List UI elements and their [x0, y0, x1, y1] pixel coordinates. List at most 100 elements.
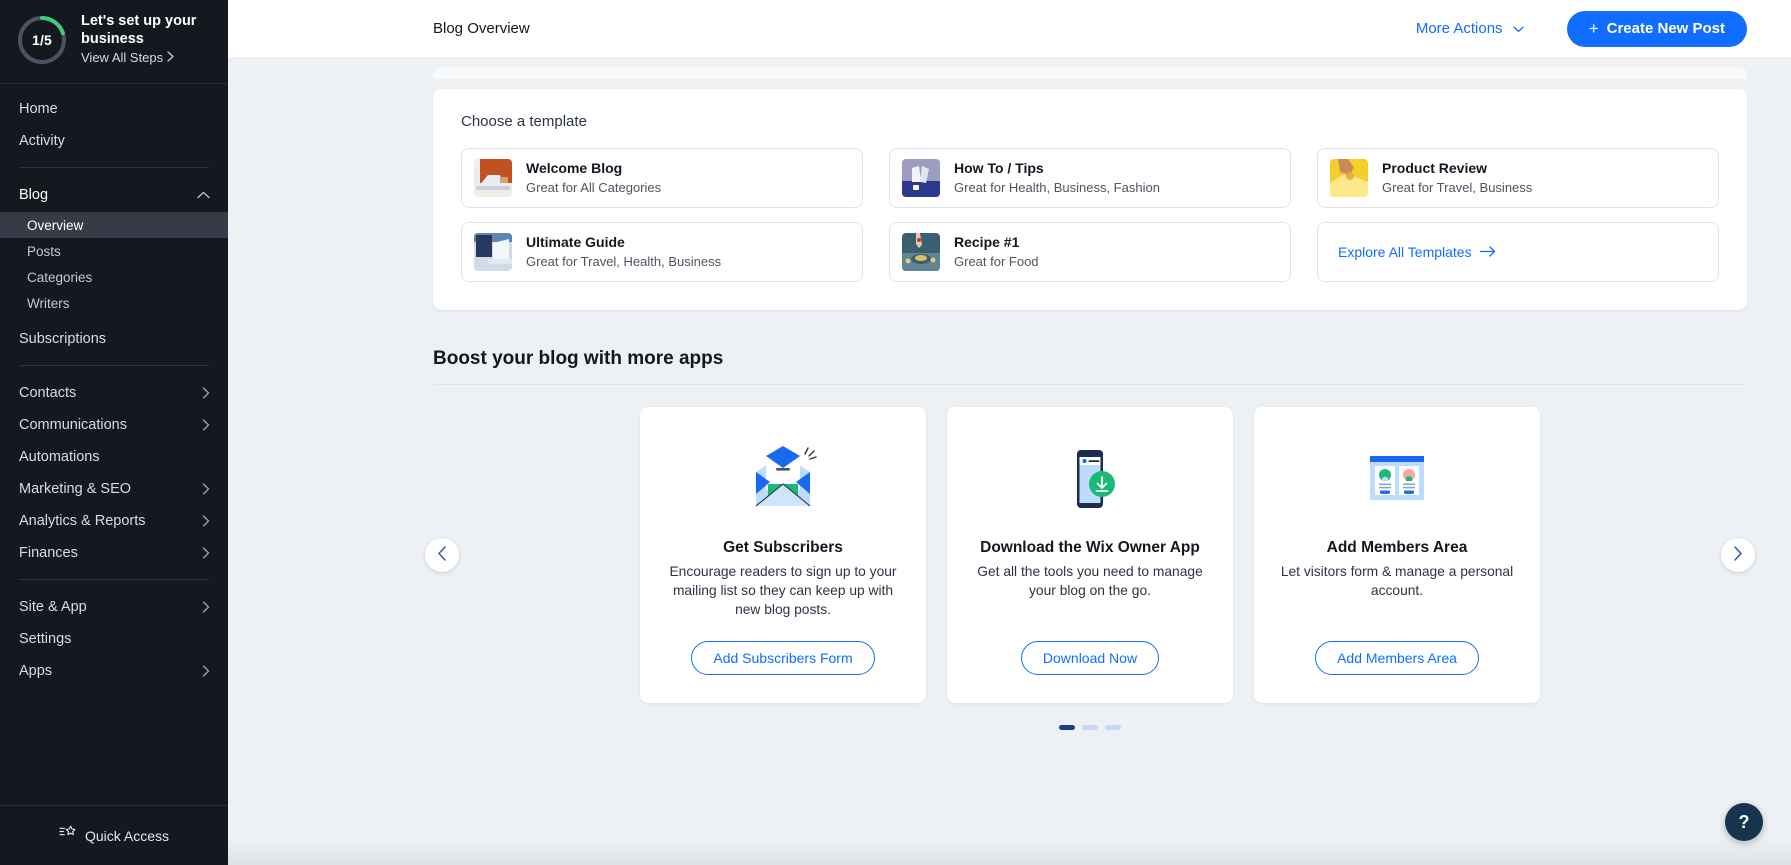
previous-card-edge — [433, 67, 1747, 79]
quick-access-star-icon — [59, 825, 77, 846]
boost-divider — [433, 384, 1747, 385]
carousel-dot-2[interactable] — [1082, 725, 1098, 730]
app-root: 1/5 Let's set up your business View All … — [0, 0, 1791, 865]
template-recipe-1[interactable]: Recipe #1 Great for Food — [889, 222, 1291, 282]
template-grid: Welcome Blog Great for All Categories — [461, 148, 1719, 282]
template-subtitle: Great for All Categories — [526, 179, 661, 196]
boost-heading: Boost your blog with more apps — [433, 348, 1747, 370]
add-subscribers-form-button[interactable]: Add Subscribers Form — [691, 641, 874, 675]
template-text: Ultimate Guide Great for Travel, Health,… — [526, 234, 721, 270]
app-card-description: Get all the tools you need to manage you… — [969, 562, 1211, 600]
sidebar-divider-3 — [19, 579, 209, 580]
chevron-right-icon — [202, 515, 210, 527]
template-how-to-tips[interactable]: How To / Tips Great for Health, Business… — [889, 148, 1291, 208]
members-cards-icon — [1358, 433, 1436, 525]
explore-all-templates-link[interactable]: Explore All Templates — [1338, 244, 1496, 260]
carousel-dot-1[interactable] — [1059, 725, 1075, 730]
sidebar-item-label: Site & App — [19, 592, 87, 622]
template-subtitle: Great for Food — [954, 253, 1039, 270]
sidebar-item-posts[interactable]: Posts — [0, 238, 228, 264]
scroll-area[interactable]: Choose a template — [228, 57, 1791, 865]
chevron-right-icon — [202, 601, 210, 613]
topbar: Blog Overview More Actions + Create New … — [228, 0, 1791, 57]
sidebar-item-contacts[interactable]: Contacts — [0, 378, 228, 408]
carousel-dots — [433, 725, 1747, 730]
sidebar-item-marketing-seo[interactable]: Marketing & SEO — [0, 474, 228, 504]
sidebar-item-label: Activity — [19, 126, 65, 156]
page-title: Blog Overview — [433, 20, 530, 37]
sidebar-item-label: Home — [19, 94, 58, 124]
setup-business-banner[interactable]: 1/5 Let's set up your business View All … — [0, 0, 228, 84]
template-subtitle: Great for Travel, Business — [1382, 179, 1532, 196]
template-text: Recipe #1 Great for Food — [954, 234, 1039, 270]
view-all-steps-link[interactable]: View All Steps — [81, 49, 211, 67]
template-welcome-blog[interactable]: Welcome Blog Great for All Categories — [461, 148, 863, 208]
sidebar-subitem-label: Posts — [27, 244, 61, 259]
chevron-right-icon — [202, 547, 210, 559]
download-now-button[interactable]: Download Now — [1021, 641, 1159, 675]
sidebar-item-settings[interactable]: Settings — [0, 624, 228, 654]
sidebar-item-analytics-reports[interactable]: Analytics & Reports — [0, 506, 228, 536]
sidebar-item-label: Communications — [19, 410, 127, 440]
help-question-icon[interactable]: ? — [1725, 803, 1763, 841]
sidebar-item-overview[interactable]: Overview — [0, 212, 228, 238]
template-subtitle: Great for Health, Business, Fashion — [954, 179, 1160, 196]
app-card-title: Download the Wix Owner App — [980, 539, 1200, 557]
sidebar-item-apps[interactable]: Apps — [0, 656, 228, 686]
template-text: Welcome Blog Great for All Categories — [526, 160, 661, 196]
quick-access-button[interactable]: Quick Access — [0, 805, 228, 865]
template-name: Recipe #1 — [954, 234, 1039, 251]
sidebar-item-label: Subscriptions — [19, 324, 106, 354]
view-all-steps-label: View All Steps — [81, 49, 163, 67]
sidebar-divider-2 — [19, 365, 209, 366]
carousel-next-button[interactable] — [1721, 538, 1755, 572]
sidebar-subitem-label: Overview — [27, 218, 83, 233]
explore-all-templates[interactable]: Explore All Templates — [1317, 222, 1719, 282]
app-card-download-owner-app[interactable]: Download the Wix Owner App Get all the t… — [947, 407, 1233, 703]
template-name: How To / Tips — [954, 160, 1160, 177]
setup-progress-label: 1/5 — [16, 14, 68, 66]
template-name: Welcome Blog — [526, 160, 661, 177]
template-ultimate-guide[interactable]: Ultimate Guide Great for Travel, Health,… — [461, 222, 863, 282]
app-card-get-subscribers[interactable]: Get Subscribers Encourage readers to sig… — [640, 407, 926, 703]
choose-template-title: Choose a template — [461, 113, 1719, 130]
sidebar-item-label: Marketing & SEO — [19, 474, 131, 504]
chevron-right-icon — [202, 665, 210, 677]
sidebar-item-label: Blog — [19, 180, 48, 210]
sidebar-item-categories[interactable]: Categories — [0, 264, 228, 290]
sidebar-item-label: Apps — [19, 656, 52, 686]
sidebar-item-activity[interactable]: Activity — [0, 126, 228, 156]
hand-yellow-thumb — [1330, 159, 1368, 197]
sidebar: 1/5 Let's set up your business View All … — [0, 0, 228, 865]
add-members-area-button[interactable]: Add Members Area — [1315, 641, 1479, 675]
carousel-prev-button[interactable] — [425, 538, 459, 572]
sidebar-item-home[interactable]: Home — [0, 94, 228, 124]
sidebar-item-label: Automations — [19, 442, 100, 472]
sidebar-item-writers[interactable]: Writers — [0, 290, 228, 316]
sidebar-item-finances[interactable]: Finances — [0, 538, 228, 568]
more-actions-button[interactable]: More Actions — [1387, 11, 1553, 47]
template-product-review[interactable]: Product Review Great for Travel, Busines… — [1317, 148, 1719, 208]
sidebar-subitem-label: Categories — [27, 270, 92, 285]
sidebar-item-communications[interactable]: Communications — [0, 410, 228, 440]
laptop-blue-thumb — [474, 233, 512, 271]
sidebar-item-label: Contacts — [19, 378, 76, 408]
sidebar-item-blog[interactable]: Blog — [0, 180, 228, 210]
main-content: Blog Overview More Actions + Create New … — [228, 0, 1791, 865]
bottom-fade — [228, 839, 1791, 865]
sidebar-spacer — [0, 316, 228, 324]
app-card-add-members-area[interactable]: Add Members Area Let visitors form & man… — [1254, 407, 1540, 703]
food-teal-thumb — [902, 233, 940, 271]
create-new-post-button[interactable]: + Create New Post — [1567, 11, 1747, 47]
arrow-right-icon — [1480, 244, 1496, 260]
chevron-down-icon — [1513, 20, 1524, 37]
carousel-dot-3[interactable] — [1105, 725, 1121, 730]
template-name: Ultimate Guide — [526, 234, 721, 251]
sidebar-item-subscriptions[interactable]: Subscriptions — [0, 324, 228, 354]
sidebar-item-automations[interactable]: Automations — [0, 442, 228, 472]
template-text: Product Review Great for Travel, Busines… — [1382, 160, 1532, 196]
sidebar-subitem-label: Writers — [27, 296, 70, 311]
sidebar-item-label: Settings — [19, 624, 71, 654]
chevron-up-icon — [197, 191, 210, 199]
sidebar-item-site-app[interactable]: Site & App — [0, 592, 228, 622]
